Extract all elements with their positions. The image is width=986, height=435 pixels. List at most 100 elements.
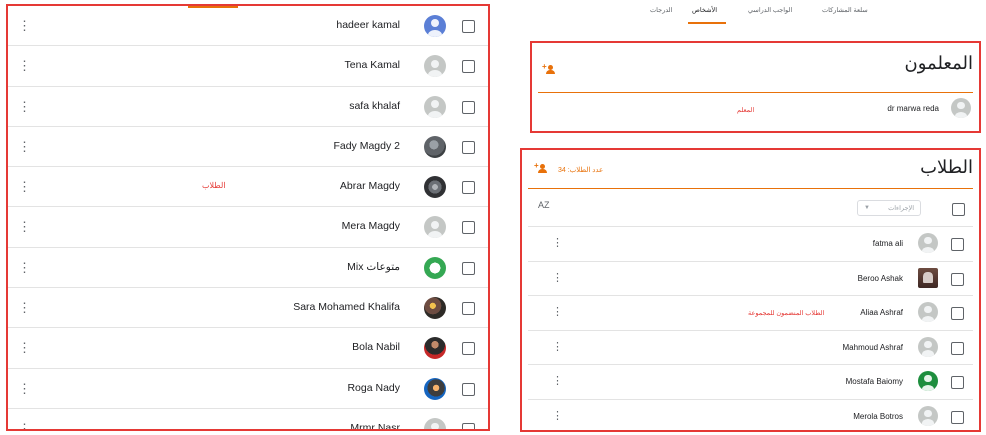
student-name: Mera Magdy <box>341 220 400 233</box>
student-name: hadeer kamal <box>336 19 400 31</box>
row-checkbox[interactable] <box>951 238 964 251</box>
row-checkbox[interactable] <box>462 181 475 195</box>
avatar <box>918 336 938 357</box>
more-options-icon[interactable]: ⋮ <box>18 19 31 32</box>
avatar <box>424 15 446 37</box>
more-options-icon[interactable]: ⋮ <box>18 341 31 354</box>
sort-az-icon[interactable]: AZ <box>538 200 550 210</box>
list-item[interactable]: ⋮ Bola Nabil <box>8 328 488 369</box>
avatar <box>424 256 446 279</box>
row-checkbox[interactable] <box>462 60 475 74</box>
student-name: fatma ali <box>872 239 903 248</box>
list-item[interactable]: ⋮ الطلاب المنضمون للمجموعة Aliaa Ashraf <box>528 296 973 331</box>
student-roster: ⋮ fatma ali ⋮ Beroo Ashak ⋮ الطلاب المنض… <box>522 227 979 431</box>
row-checkbox[interactable] <box>462 100 475 114</box>
list-item[interactable]: ⋮ Mostafa Baiomy <box>528 365 973 400</box>
student-name: Merola Botros <box>853 411 903 421</box>
avatar <box>424 417 446 429</box>
avatar <box>424 377 446 400</box>
teacher-name: dr marwa reda <box>887 104 939 113</box>
row-checkbox[interactable] <box>462 140 475 154</box>
active-tab-underline <box>688 22 726 24</box>
add-student-icon[interactable]: + <box>534 162 548 174</box>
list-item[interactable]: ⋮ hadeer kamal <box>8 6 488 47</box>
row-checkbox[interactable] <box>462 382 475 396</box>
more-options-icon[interactable]: ⋮ <box>552 410 563 422</box>
list-item[interactable]: ⋮ الطلاب Abrar Magdy <box>8 167 488 208</box>
list-item[interactable]: ⋮ Mix متوعات <box>8 248 488 289</box>
list-item[interactable]: ⋮ Sara Mohamed Khalifa <box>8 288 488 329</box>
student-name: Mahmoud Ashraf <box>842 342 903 352</box>
tab-grades[interactable]: الدرجات <box>650 6 672 14</box>
add-teacher-icon[interactable]: + <box>542 63 556 75</box>
list-item[interactable]: ⋮ Tena Kamal <box>8 46 488 87</box>
annotation-note: المعلم <box>737 107 755 114</box>
annotation-note: الطلاب <box>202 181 226 191</box>
row-checkbox[interactable] <box>462 20 475 33</box>
avatar <box>424 95 446 118</box>
section-divider <box>528 188 973 189</box>
student-name: Beroo Ashak <box>857 273 903 283</box>
chevron-down-icon: ▼ <box>864 205 870 211</box>
more-options-icon[interactable]: ⋮ <box>18 220 31 233</box>
student-list-panel: ⋮ hadeer kamal ⋮ Tena Kamal ⋮ safa khala… <box>6 4 490 431</box>
select-all-checkbox[interactable] <box>952 203 965 216</box>
row-checkbox[interactable] <box>951 341 964 355</box>
row-checkbox[interactable] <box>462 221 475 235</box>
row-checkbox[interactable] <box>462 342 475 356</box>
avatar <box>424 135 446 158</box>
avatar <box>951 98 971 118</box>
list-item[interactable]: ⋮ Fady Magdy 2 <box>8 127 488 168</box>
top-tabs: سلعة المشاركات الواجب الدراسي الأشخاص ال… <box>640 0 890 26</box>
more-options-icon[interactable]: ⋮ <box>552 272 563 284</box>
student-name: Mix متوعات <box>347 260 400 273</box>
list-item[interactable]: ⋮ Merola Botros <box>528 400 973 431</box>
student-name: Aliaa Ashraf <box>860 308 903 317</box>
avatar <box>918 267 938 288</box>
actions-dropdown[interactable]: ▼ الإجراءات <box>857 200 921 216</box>
row-checkbox[interactable] <box>462 302 475 316</box>
list-item[interactable]: ⋮ Mahmoud Ashraf <box>528 331 973 365</box>
row-checkbox[interactable] <box>951 410 964 424</box>
avatar <box>424 297 446 320</box>
more-options-icon[interactable]: ⋮ <box>18 180 31 193</box>
tab-people[interactable]: الأشخاص <box>692 6 717 14</box>
row-checkbox[interactable] <box>462 422 475 429</box>
tab-stream[interactable]: سلعة المشاركات <box>822 6 868 14</box>
student-name: Abrar Magdy <box>339 180 400 193</box>
more-options-icon[interactable]: ⋮ <box>18 422 31 429</box>
actions-dropdown-label: الإجراءات <box>888 205 914 212</box>
avatar <box>918 405 938 426</box>
avatar <box>918 371 938 391</box>
avatar <box>424 55 446 78</box>
student-name: Tena Kamal <box>344 59 400 72</box>
tab-classwork[interactable]: الواجب الدراسي <box>748 6 792 14</box>
list-item[interactable]: ⋮ Mera Magdy <box>8 207 488 248</box>
more-options-icon[interactable]: ⋮ <box>18 59 31 72</box>
avatar <box>918 302 938 322</box>
more-options-icon[interactable]: ⋮ <box>552 307 563 318</box>
list-item[interactable]: ⋮ Roga Nady <box>8 369 488 409</box>
more-options-icon[interactable]: ⋮ <box>18 100 31 113</box>
student-count: عدد الطلاب: 34 <box>558 167 604 174</box>
student-name: Bola Nabil <box>352 341 400 354</box>
students-section: الطلاب + عدد الطلاب: 34 AZ ▼ الإجراءات ⋮… <box>520 148 981 432</box>
more-options-icon[interactable]: ⋮ <box>18 301 31 314</box>
annotation-note: الطلاب المنضمون للمجموعة <box>748 310 825 317</box>
row-checkbox[interactable] <box>951 307 964 320</box>
more-options-icon[interactable]: ⋮ <box>552 341 563 353</box>
section-divider <box>538 92 973 93</box>
more-options-icon[interactable]: ⋮ <box>18 261 31 274</box>
more-options-icon[interactable]: ⋮ <box>18 140 31 153</box>
more-options-icon[interactable]: ⋮ <box>18 382 31 395</box>
more-options-icon[interactable]: ⋮ <box>552 376 563 387</box>
row-checkbox[interactable] <box>951 376 964 389</box>
list-item[interactable]: ⋮ Beroo Ashak <box>528 262 973 296</box>
avatar <box>424 337 446 360</box>
list-item[interactable]: ⋮ safa khalaf <box>8 87 488 127</box>
more-options-icon[interactable]: ⋮ <box>552 238 563 249</box>
row-checkbox[interactable] <box>951 272 964 286</box>
list-item[interactable]: ⋮ fatma ali <box>528 227 973 262</box>
list-item[interactable]: ⋮ Mrmr Nasr <box>8 409 488 429</box>
row-checkbox[interactable] <box>462 261 475 275</box>
